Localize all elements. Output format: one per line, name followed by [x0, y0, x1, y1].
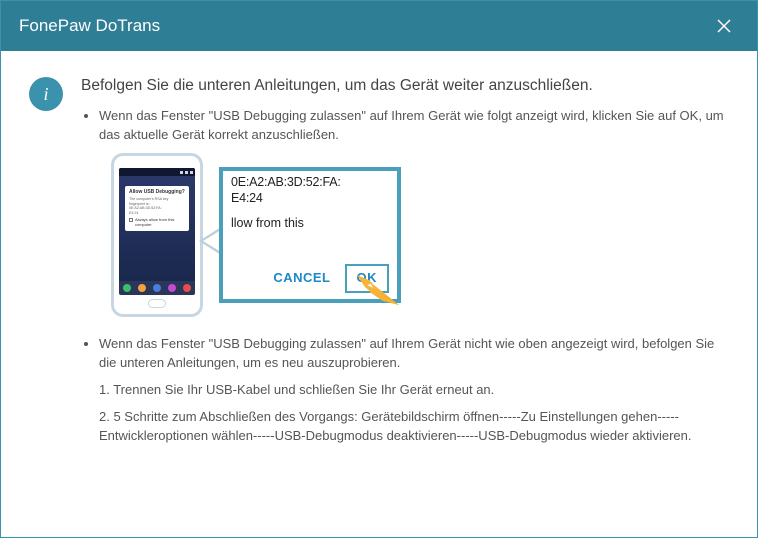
dock-app-icon: [153, 284, 161, 292]
popup-title: Allow USB Debugging?: [129, 189, 185, 195]
popup-fingerprint-label: The computer's RSA key fingerprint is:: [129, 197, 185, 206]
illustration-row: Allow USB Debugging? The computer's RSA …: [111, 153, 729, 317]
list-item: Wenn das Fenster "USB Debugging zulassen…: [99, 107, 729, 317]
body-column: Befolgen Sie die unteren Anleitungen, um…: [81, 75, 729, 517]
steps-block: 1. Trennen Sie Ihr USB-Kabel und schließ…: [99, 381, 729, 446]
close-icon: [716, 18, 732, 34]
phone-popup: Allow USB Debugging? The computer's RSA …: [125, 186, 189, 231]
step-1-text: 1. Trennen Sie Ihr USB-Kabel und schließ…: [99, 381, 729, 400]
dialog-content: i Befolgen Sie die unteren Anleitungen, …: [1, 51, 757, 537]
dock-app-icon: [123, 284, 131, 292]
instruction-heading: Befolgen Sie die unteren Anleitungen, um…: [81, 75, 729, 97]
bullet-1-text: Wenn das Fenster "USB Debugging zulassen…: [99, 108, 724, 142]
phone-screen: Allow USB Debugging? The computer's RSA …: [119, 168, 195, 295]
popup-fingerprint-2: E4:24: [129, 211, 185, 215]
zoom-panel: 0E:A2:AB:3D:52:FA: E4:24 llow from this …: [219, 167, 401, 303]
zoom-mac-line2: E4:24: [231, 191, 389, 207]
dialog-window: FonePaw DoTrans i Befolgen Sie die unter…: [0, 0, 758, 538]
close-button[interactable]: [709, 11, 739, 41]
app-title: FonePaw DoTrans: [19, 16, 160, 36]
phone-mockup: Allow USB Debugging? The computer's RSA …: [111, 153, 203, 317]
list-item: Wenn das Fenster "USB Debugging zulassen…: [99, 335, 729, 445]
dock-app-icon: [138, 284, 146, 292]
pointer-arrow-icon: [355, 273, 401, 307]
instruction-list: Wenn das Fenster "USB Debugging zulassen…: [81, 107, 729, 445]
popup-always-row: Always allow from this computer: [129, 217, 185, 227]
zoom-mac-line1: 0E:A2:AB:3D:52:FA:: [231, 175, 389, 191]
phone-home-button: [148, 299, 166, 308]
zoom-allow-text: llow from this: [231, 214, 389, 232]
callout-pointer-icon: [199, 227, 221, 255]
info-icon: i: [29, 77, 63, 111]
popup-always-text: Always allow from this computer: [135, 217, 185, 227]
titlebar: FonePaw DoTrans: [1, 1, 757, 51]
zoom-button-row: CANCEL OK: [231, 264, 389, 293]
dock-app-icon: [168, 284, 176, 292]
cancel-button[interactable]: CANCEL: [273, 269, 330, 288]
step-2-text: 2. 5 Schritte zum Abschließen des Vorgan…: [99, 408, 729, 446]
phone-dock: [119, 281, 195, 295]
phone-statusbar: [119, 168, 195, 176]
bullet-2-text: Wenn das Fenster "USB Debugging zulassen…: [99, 336, 714, 370]
checkbox-icon: [129, 218, 133, 222]
dock-app-icon: [183, 284, 191, 292]
